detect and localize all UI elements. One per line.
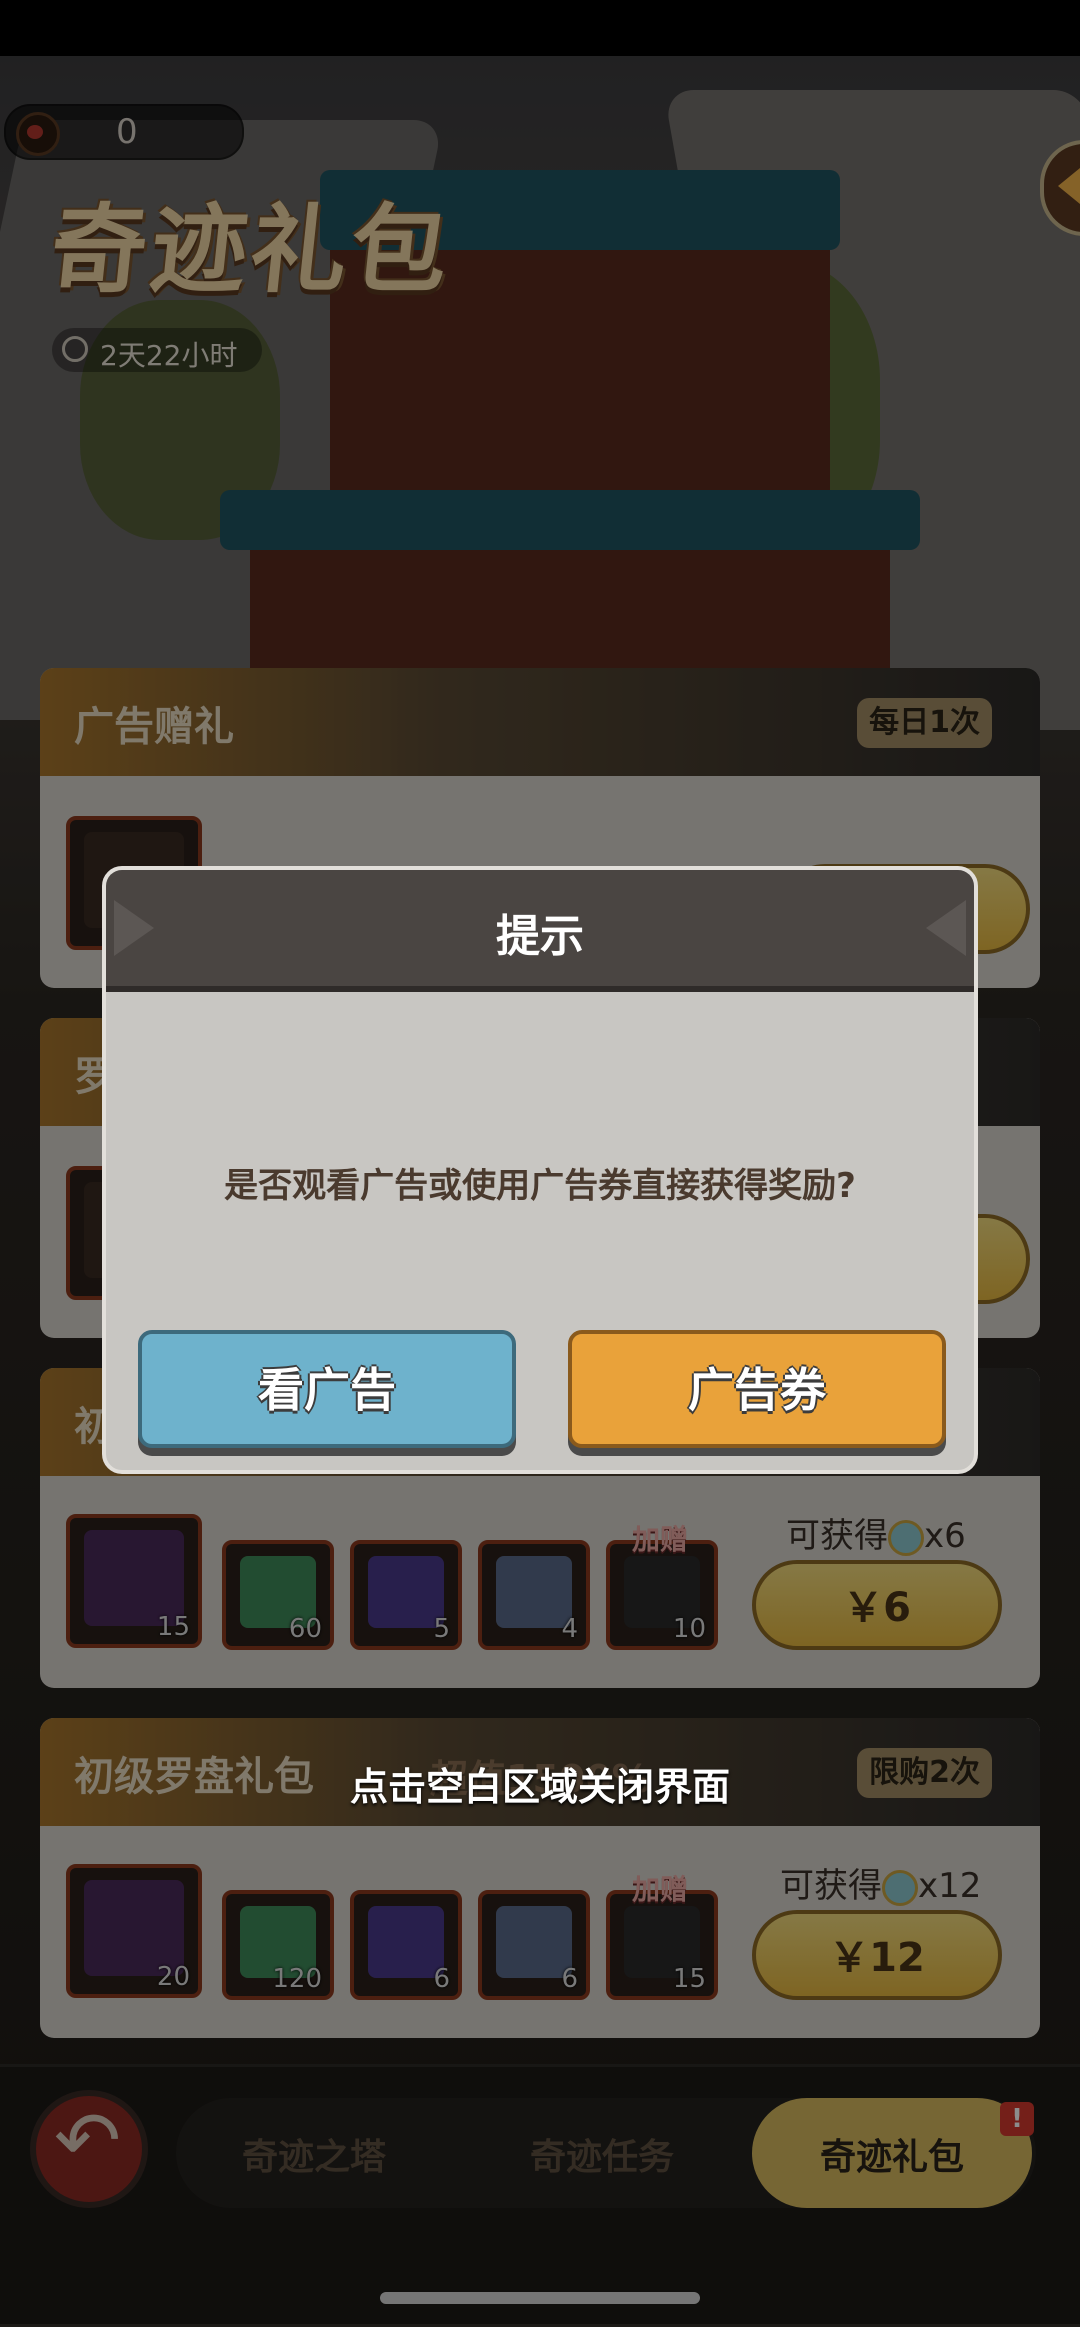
watch-ad-button[interactable]: 看广告 [138,1330,516,1448]
dialog-message: 是否观看广告或使用广告券直接获得奖励? [224,1166,856,1206]
ad-prompt-dialog: 提示 是否观看广告或使用广告券直接获得奖励? 看广告 广告券 [102,866,978,1474]
dialog-title: 提示 [496,911,584,962]
ad-voucher-button[interactable]: 广告券 [568,1330,946,1448]
dialog-header: 提示 [106,870,974,992]
close-hint: 点击空白区域关闭界面 [349,1765,730,1809]
